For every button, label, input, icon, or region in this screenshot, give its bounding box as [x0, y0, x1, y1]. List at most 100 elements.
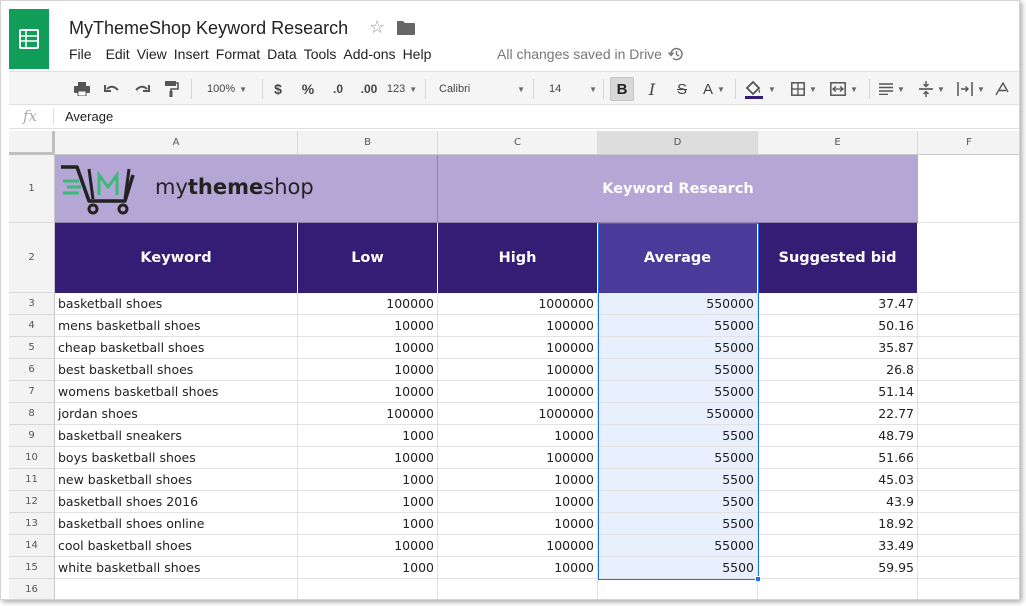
decrease-decimal-button[interactable]: .0: [327, 72, 349, 106]
bid-cell[interactable]: 45.03: [758, 469, 918, 491]
menu-data[interactable]: Data: [260, 46, 297, 62]
high-cell[interactable]: 100000: [438, 337, 598, 359]
cell-f-empty[interactable]: [918, 469, 1019, 491]
document-title[interactable]: MyThemeShop Keyword Research: [69, 18, 348, 39]
average-cell[interactable]: 5500: [598, 557, 758, 579]
keyword-cell[interactable]: basketball shoes: [55, 293, 298, 315]
empty-cell[interactable]: [598, 579, 758, 599]
text-rotation-button[interactable]: [993, 72, 1013, 106]
high-cell[interactable]: 100000: [438, 381, 598, 403]
keyword-cell[interactable]: mens basketball shoes: [55, 315, 298, 337]
bid-cell[interactable]: 18.92: [758, 513, 918, 535]
text-color-button[interactable]: A ▼: [700, 72, 728, 106]
cell-f-empty[interactable]: [918, 403, 1019, 425]
keyword-cell[interactable]: white basketball shoes: [55, 557, 298, 579]
average-cell[interactable]: 55000: [598, 381, 758, 403]
high-cell[interactable]: 1000000: [438, 293, 598, 315]
low-cell[interactable]: 10000: [298, 447, 438, 469]
print-icon[interactable]: [71, 72, 93, 106]
row-header-15[interactable]: 15: [9, 557, 55, 579]
low-cell[interactable]: 10000: [298, 535, 438, 557]
font-size-select[interactable]: 14 ▼: [539, 72, 597, 106]
bid-cell[interactable]: 48.79: [758, 425, 918, 447]
low-cell[interactable]: 100000: [298, 403, 438, 425]
zoom-select[interactable]: 100% ▼: [197, 72, 257, 106]
average-cell[interactable]: 550000: [598, 293, 758, 315]
cell-f-empty[interactable]: [918, 381, 1019, 403]
row-header-14[interactable]: 14: [9, 535, 55, 557]
undo-icon[interactable]: [101, 72, 123, 106]
keyword-cell[interactable]: jordan shoes: [55, 403, 298, 425]
cell-f-empty[interactable]: [918, 535, 1019, 557]
cell-f1[interactable]: [918, 155, 1019, 223]
average-cell[interactable]: 55000: [598, 359, 758, 381]
menu-tools[interactable]: Tools: [297, 46, 337, 62]
paint-format-icon[interactable]: [161, 72, 183, 106]
row-header-1[interactable]: 1: [9, 155, 55, 223]
save-status[interactable]: All changes saved in Drive: [497, 46, 684, 62]
cell-f-empty[interactable]: [918, 513, 1019, 535]
row-header-6[interactable]: 6: [9, 359, 55, 381]
menu-addons[interactable]: Add-ons: [336, 46, 395, 62]
low-cell[interactable]: 1000: [298, 425, 438, 447]
cell-f-empty[interactable]: [918, 337, 1019, 359]
logo-banner[interactable]: mythemeshop: [55, 155, 438, 223]
row-header-8[interactable]: 8: [9, 403, 55, 425]
sheets-logo-icon[interactable]: [9, 9, 49, 69]
keyword-cell[interactable]: cool basketball shoes: [55, 535, 298, 557]
cell-f2[interactable]: [918, 223, 1019, 293]
keyword-cell[interactable]: cheap basketball shoes: [55, 337, 298, 359]
italic-button[interactable]: I: [642, 72, 662, 106]
row-header-5[interactable]: 5: [9, 337, 55, 359]
empty-cell[interactable]: [55, 579, 298, 599]
high-cell[interactable]: 10000: [438, 491, 598, 513]
empty-cell[interactable]: [438, 579, 598, 599]
fill-handle[interactable]: [755, 576, 761, 582]
column-header-c[interactable]: C: [438, 131, 598, 155]
low-cell[interactable]: 10000: [298, 337, 438, 359]
redo-icon[interactable]: [131, 72, 153, 106]
low-cell[interactable]: 10000: [298, 359, 438, 381]
high-cell[interactable]: 10000: [438, 557, 598, 579]
bid-cell[interactable]: 59.95: [758, 557, 918, 579]
low-cell[interactable]: 1000: [298, 469, 438, 491]
bid-cell[interactable]: 33.49: [758, 535, 918, 557]
row-header-11[interactable]: 11: [9, 469, 55, 491]
header-low[interactable]: Low: [298, 223, 438, 293]
high-cell[interactable]: 10000: [438, 513, 598, 535]
row-header-12[interactable]: 12: [9, 491, 55, 513]
select-all-corner[interactable]: [9, 131, 55, 155]
high-cell[interactable]: 100000: [438, 359, 598, 381]
bid-cell[interactable]: 51.14: [758, 381, 918, 403]
cell-f-empty[interactable]: [918, 425, 1019, 447]
average-cell[interactable]: 5500: [598, 491, 758, 513]
percent-format-button[interactable]: %: [299, 72, 317, 106]
cell-f-empty[interactable]: [918, 491, 1019, 513]
average-cell[interactable]: 5500: [598, 513, 758, 535]
keyword-cell[interactable]: best basketball shoes: [55, 359, 298, 381]
folder-icon[interactable]: [397, 21, 415, 40]
header-keyword[interactable]: Keyword: [55, 223, 298, 293]
bid-cell[interactable]: 22.77: [758, 403, 918, 425]
keyword-cell[interactable]: basketball sneakers: [55, 425, 298, 447]
row-header-13[interactable]: 13: [9, 513, 55, 535]
high-cell[interactable]: 100000: [438, 535, 598, 557]
low-cell[interactable]: 10000: [298, 315, 438, 337]
menu-help[interactable]: Help: [396, 46, 432, 62]
keyword-cell[interactable]: womens basketball shoes: [55, 381, 298, 403]
formula-input[interactable]: Average: [65, 109, 113, 124]
average-cell[interactable]: 55000: [598, 315, 758, 337]
column-header-e[interactable]: E: [758, 131, 918, 155]
horizontal-align-button[interactable]: ▼: [875, 72, 909, 106]
header-suggested-bid[interactable]: Suggested bid: [758, 223, 918, 293]
low-cell[interactable]: 10000: [298, 381, 438, 403]
menu-format[interactable]: Format: [209, 46, 260, 62]
empty-cell[interactable]: [918, 579, 1019, 599]
empty-cell[interactable]: [758, 579, 918, 599]
bold-button[interactable]: B: [610, 77, 634, 101]
keyword-research-banner[interactable]: Keyword Research: [438, 155, 918, 223]
cell-f-empty[interactable]: [918, 315, 1019, 337]
column-header-d[interactable]: D: [598, 131, 758, 155]
cell-f-empty[interactable]: [918, 359, 1019, 381]
strikethrough-button[interactable]: S: [672, 72, 692, 106]
